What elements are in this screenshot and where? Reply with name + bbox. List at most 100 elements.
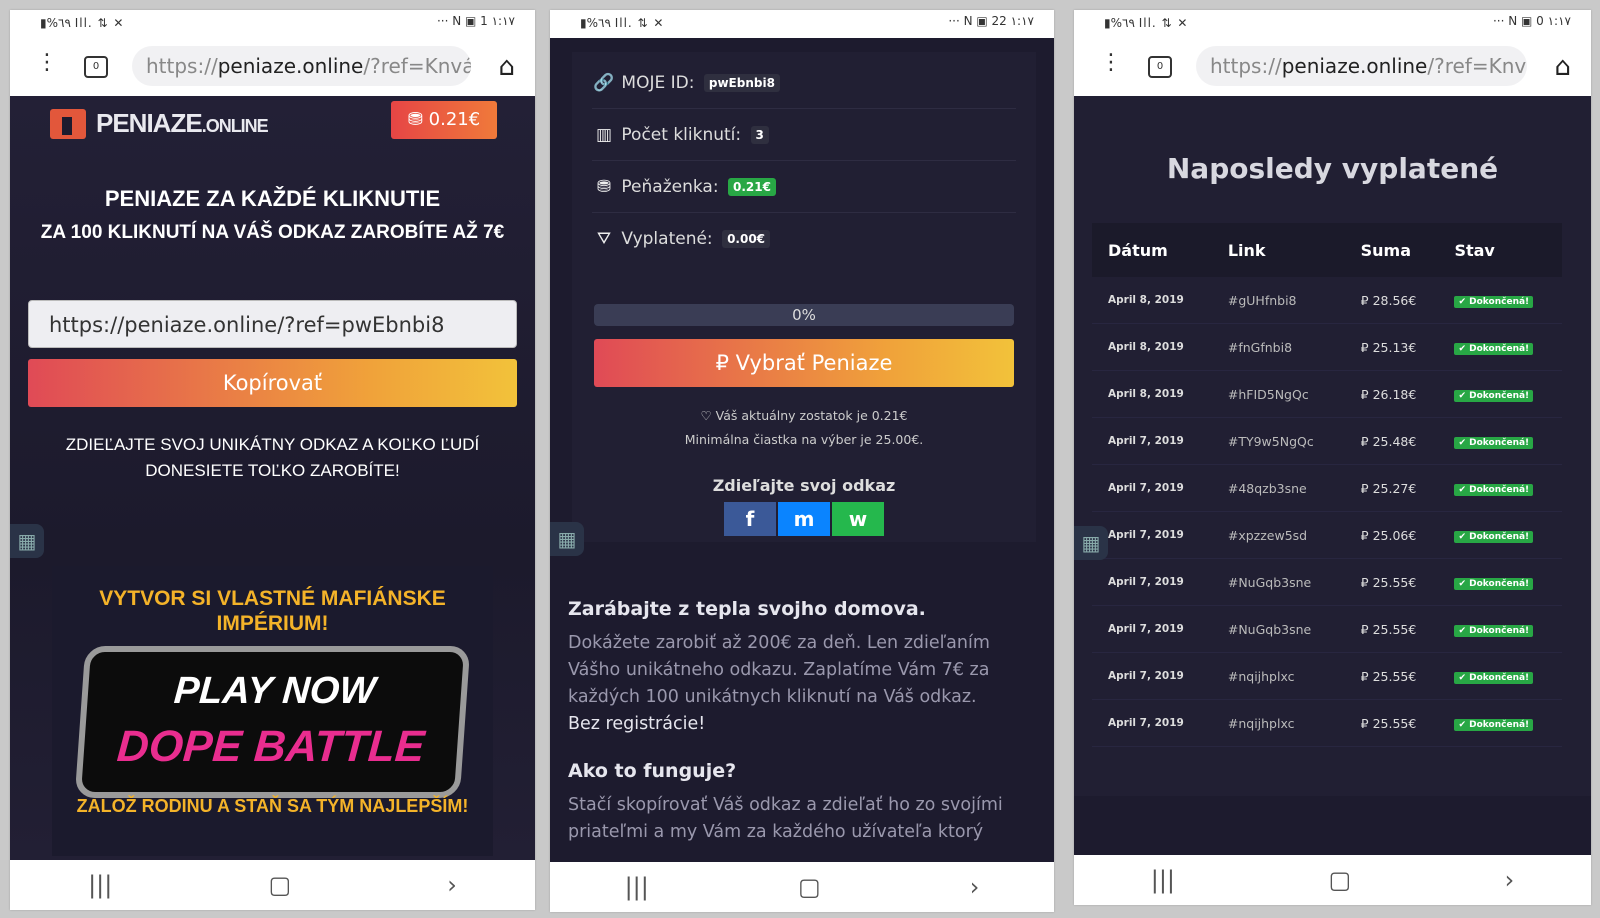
currency-icon: ₽ bbox=[1360, 292, 1373, 308]
menu-icon[interactable]: ⋮ bbox=[1100, 52, 1122, 74]
my-id-value: pwEbnbi8 bbox=[703, 74, 780, 92]
home-nav-icon[interactable]: ▢ bbox=[268, 871, 291, 899]
row-sum-value: 25.06€ bbox=[1372, 527, 1417, 543]
row-link: #nqijhplxc bbox=[1211, 699, 1345, 747]
back-icon[interactable]: › bbox=[970, 873, 980, 901]
check-icon: ✔ bbox=[1458, 391, 1470, 401]
column-header: Link bbox=[1227, 240, 1266, 260]
currency-icon: ₽ bbox=[1360, 527, 1373, 543]
check-icon: ✔ bbox=[1458, 626, 1470, 636]
row-date: April 7, 2019 bbox=[1092, 558, 1212, 606]
earn-heading: Zarábajte z tepla svojho domova. bbox=[568, 598, 926, 620]
table-header: Dátum Link Suma Stav bbox=[1092, 223, 1562, 277]
banner-game-name: DOPE BATTLE bbox=[115, 722, 427, 771]
status-badge: ✔ Dokončená! bbox=[1454, 437, 1534, 449]
home-nav-icon[interactable]: ▢ bbox=[798, 873, 821, 901]
row-link: #nqijhplxc bbox=[1211, 652, 1345, 700]
side-panel-icon[interactable]: ▦ bbox=[550, 522, 584, 556]
row-status: ✔ Dokončená! bbox=[1438, 370, 1562, 418]
row-status: ✔ Dokončená! bbox=[1438, 652, 1562, 700]
phone-screen-home: ▮%٦٩ Ill. ⇅ ✕ ··· N ▣ 1 ١:١٧ ⋮ 0 https:/… bbox=[10, 10, 535, 910]
column-header: Dátum bbox=[1108, 240, 1168, 260]
ad-banner[interactable]: VYTVOR SI VLASTNÉ MAFIÁNSKE IMPÉRIUM! PL… bbox=[52, 566, 493, 856]
row-status: ✔ Dokončená! bbox=[1438, 464, 1562, 512]
row-sum-value: 26.18€ bbox=[1372, 386, 1417, 402]
withdraw-button[interactable]: ₽ Vybrať Peniaze bbox=[594, 339, 1014, 387]
row-status: ✔ Dokončená! bbox=[1438, 417, 1562, 465]
browser-toolbar: ⋮ 0 https://peniaze.online/?ref=Knvá ⌂ bbox=[10, 38, 535, 96]
url-rest: /?ref=Knvá bbox=[1427, 54, 1527, 78]
site-logo[interactable]: PENIAZE.ONLINE bbox=[50, 108, 269, 139]
page-content: Naposledy vyplatené Dátum Link Suma Stav… bbox=[1074, 96, 1591, 855]
home-icon[interactable]: ⌂ bbox=[1554, 52, 1571, 82]
copy-button[interactable]: Kopírovať bbox=[28, 359, 517, 407]
coins-icon: ⛃ bbox=[596, 177, 612, 197]
home-nav-icon[interactable]: ▢ bbox=[1328, 866, 1351, 894]
menu-icon[interactable]: ⋮ bbox=[36, 52, 58, 74]
status-left: ▮%٦٩ Ill. ⇅ ✕ bbox=[40, 16, 125, 30]
page-content: PENIAZE.ONLINE ⛃ 0.21€ PENIAZE ZA KAŽDÉ … bbox=[10, 96, 535, 860]
paid-label: Vyplatené: bbox=[621, 229, 713, 249]
referral-link-input[interactable]: https://peniaze.online/?ref=pwEbnbi8 bbox=[28, 300, 517, 348]
tabs-button[interactable]: 0 bbox=[84, 56, 108, 78]
link-icon: 🔗 bbox=[593, 73, 615, 93]
status-text: Dokončená! bbox=[1469, 438, 1530, 448]
row-date: April 8, 2019 bbox=[1092, 370, 1212, 418]
side-panel-icon[interactable]: ▦ bbox=[10, 524, 44, 558]
status-text: Dokončená! bbox=[1469, 344, 1530, 354]
row-sum-value: 25.55€ bbox=[1372, 621, 1417, 637]
progress-text: 0% bbox=[792, 306, 816, 324]
status-badge: ✔ Dokončená! bbox=[1454, 296, 1534, 308]
status-right: ··· N ▣ 22 ١:١٧ bbox=[948, 14, 1034, 28]
row-date: April 7, 2019 bbox=[1092, 464, 1212, 512]
messenger-share-button[interactable]: m bbox=[778, 502, 830, 536]
currency-icon: ₽ bbox=[1360, 339, 1373, 355]
table-row: April 7, 2019 #xpzzew5sd ₽ 25.06€ ✔ Dokonče… bbox=[1092, 511, 1562, 559]
row-sum-value: 25.13€ bbox=[1372, 339, 1417, 355]
status-badge: ✔ Dokončená! bbox=[1454, 578, 1534, 590]
row-sum: ₽ 25.06€ bbox=[1344, 511, 1439, 559]
row-sum: ₽ 25.55€ bbox=[1344, 605, 1439, 653]
banner-bottom-text: ZALOŽ RODINU A STAŇ SA TÝM NAJLEPŠÍM! bbox=[76, 796, 469, 816]
row-link: #TY9w5NgQc bbox=[1211, 417, 1345, 465]
recent-apps-icon[interactable]: ||| bbox=[1151, 866, 1175, 894]
clicks-row: ▥ Počet kliknutí: 3 bbox=[592, 110, 1016, 161]
status-badge: ✔ Dokončená! bbox=[1454, 343, 1534, 355]
facebook-share-button[interactable]: f bbox=[724, 502, 776, 536]
my-id-row: 🔗 MOJE ID: pwEbnbi8 bbox=[592, 58, 1016, 109]
recent-apps-icon[interactable]: ||| bbox=[625, 873, 649, 901]
row-link: #NuGqb3sne bbox=[1211, 558, 1345, 606]
wallet-value: 0.21€ bbox=[727, 178, 776, 196]
row-sum: ₽ 25.48€ bbox=[1344, 417, 1439, 465]
tabs-button[interactable]: 0 bbox=[1148, 56, 1172, 78]
url-bar[interactable]: https://peniaze.online/?ref=Knvá bbox=[132, 46, 471, 86]
row-sum: ₽ 25.13€ bbox=[1344, 323, 1439, 371]
side-panel-icon[interactable]: ▦ bbox=[1074, 526, 1108, 560]
row-sum: ₽ 28.56€ bbox=[1344, 277, 1439, 324]
url-bar[interactable]: https://peniaze.online/?ref=Knvá bbox=[1196, 46, 1527, 86]
column-header: Suma bbox=[1360, 240, 1412, 260]
withdraw-label: Vybrať Peniaze bbox=[735, 351, 893, 375]
home-icon[interactable]: ⌂ bbox=[498, 52, 515, 82]
status-bar: ▮%٦٩ Ill. ⇅ ✕ ··· N ▣ 1 ١:١٧ bbox=[10, 10, 535, 38]
status-badge: ✔ Dokončená! bbox=[1454, 672, 1534, 684]
check-icon: ✔ bbox=[1458, 579, 1470, 589]
balance-note-text: Váš aktuálny zostatok je 0.21€ bbox=[715, 408, 908, 423]
row-date: April 8, 2019 bbox=[1092, 323, 1212, 371]
recent-apps-icon[interactable]: ||| bbox=[88, 871, 112, 899]
row-status: ✔ Dokončená! bbox=[1438, 605, 1562, 653]
table-row: April 8, 2019 #hFID5NgQc ₽ 26.18€ ✔ Dokonče… bbox=[1092, 370, 1562, 418]
row-status: ✔ Dokončená! bbox=[1438, 699, 1562, 747]
share-heading: Zdieľajte svoj odkaz bbox=[712, 476, 896, 495]
android-nav-bar: ||| ▢ › bbox=[550, 862, 1054, 912]
balance-button[interactable]: ⛃ 0.21€ bbox=[391, 101, 497, 139]
back-icon[interactable]: › bbox=[1505, 866, 1515, 894]
status-badge: ✔ Dokončená! bbox=[1454, 719, 1534, 731]
row-sum: ₽ 26.18€ bbox=[1344, 370, 1439, 418]
status-text: Dokončená! bbox=[1469, 579, 1530, 589]
back-icon[interactable]: › bbox=[447, 871, 457, 899]
row-sum-value: 25.55€ bbox=[1372, 668, 1417, 684]
whatsapp-share-button[interactable]: w bbox=[832, 502, 884, 536]
status-text: Dokončená! bbox=[1469, 532, 1530, 542]
clicks-label: Počet kliknutí: bbox=[621, 125, 742, 145]
